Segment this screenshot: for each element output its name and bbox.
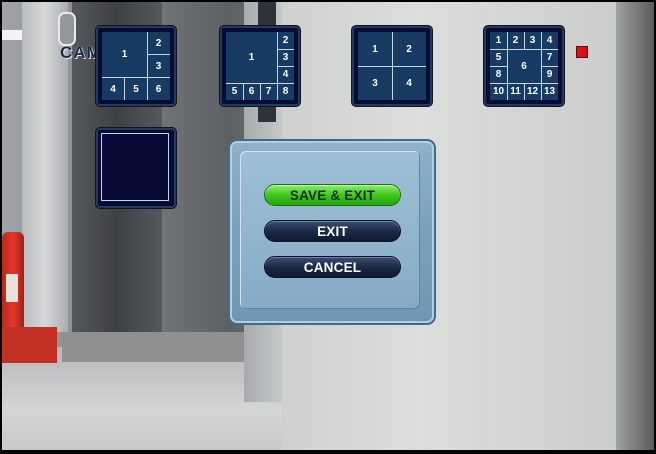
layout-grid-lines <box>102 32 170 100</box>
layout-single-button[interactable] <box>96 128 176 208</box>
layout-single-frame <box>101 133 169 201</box>
layout-6-split-button[interactable]: 1 2 3 4 5 6 <box>96 26 176 106</box>
fire-extinguisher-base <box>2 327 57 363</box>
camera-icon <box>58 12 76 46</box>
fire-extinguisher-label <box>6 274 18 302</box>
exit-button[interactable]: EXIT <box>264 220 401 242</box>
exit-dialog: SAVE & EXIT EXIT CANCEL <box>228 139 436 325</box>
background-wall-edge <box>616 2 654 450</box>
layout-13-split-button[interactable]: 1 2 3 4 5 6 7 8 9 10 11 12 13 <box>484 26 564 106</box>
layout-grid-lines <box>490 32 558 100</box>
layout-grid-lines <box>358 32 426 100</box>
layout-quad-button[interactable]: 1 2 3 4 <box>352 26 432 106</box>
camera-view: CAM 1 2 3 4 5 6 1 2 3 4 5 6 7 8 1 2 3 4 … <box>2 2 654 450</box>
record-indicator-icon <box>576 46 588 58</box>
background-rail <box>62 332 262 362</box>
cancel-button[interactable]: CANCEL <box>264 256 401 278</box>
layout-grid-lines <box>226 32 294 100</box>
save-and-exit-button[interactable]: SAVE & EXIT <box>264 184 401 206</box>
layout-8-split-button[interactable]: 1 2 3 4 5 6 7 8 <box>220 26 300 106</box>
